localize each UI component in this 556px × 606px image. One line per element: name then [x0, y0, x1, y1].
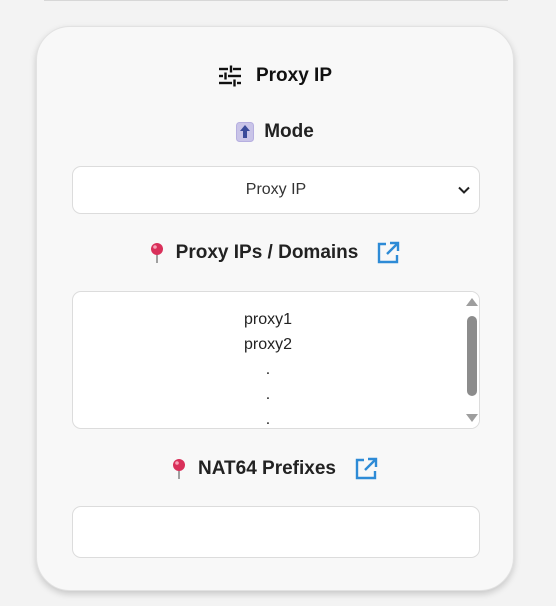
sliders-icon — [218, 65, 242, 87]
proxies-line: . — [265, 361, 271, 378]
proxies-line: proxy2 — [243, 336, 293, 353]
scroll-down-arrow-icon[interactable] — [466, 414, 478, 422]
proxies-line: proxy1 — [243, 311, 293, 328]
proxy-ip-card: Proxy IP Mode Proxy IP Proxy IPs / Domai… — [36, 26, 514, 591]
proxies-line: . — [265, 411, 271, 428]
scroll-up-arrow-icon[interactable] — [466, 298, 478, 306]
proxies-textarea[interactable]: proxy1 proxy2 . . . — [72, 291, 480, 429]
proxies-external-link-icon[interactable] — [376, 241, 400, 265]
panel-title: Proxy IP — [255, 65, 333, 86]
nat64-external-link-icon[interactable] — [354, 457, 378, 481]
proxies-header: Proxy IPs / Domains — [37, 241, 513, 265]
nat64-input[interactable] — [72, 506, 480, 558]
nat64-label: NAT64 Prefixes — [198, 458, 336, 479]
proxies-line: . — [265, 386, 271, 403]
round-pushpin-icon — [172, 458, 186, 480]
chevron-down-icon — [457, 183, 471, 202]
panel-header: Proxy IP — [37, 65, 513, 87]
nat64-header: NAT64 Prefixes — [37, 457, 513, 481]
up-arrow-emoji-icon — [236, 122, 255, 142]
mode-header: Mode — [37, 121, 513, 143]
scrollbar-thumb[interactable] — [467, 316, 477, 396]
top-divider — [44, 0, 508, 1]
mode-label: Mode — [264, 121, 314, 142]
proxies-label: Proxy IPs / Domains — [175, 242, 359, 263]
round-pushpin-icon — [150, 242, 164, 264]
mode-select[interactable]: Proxy IP — [72, 166, 480, 214]
mode-select-value: Proxy IP — [245, 181, 307, 198]
textarea-scrollbar[interactable] — [464, 292, 479, 428]
proxies-lines: proxy1 proxy2 . . . — [73, 307, 463, 428]
